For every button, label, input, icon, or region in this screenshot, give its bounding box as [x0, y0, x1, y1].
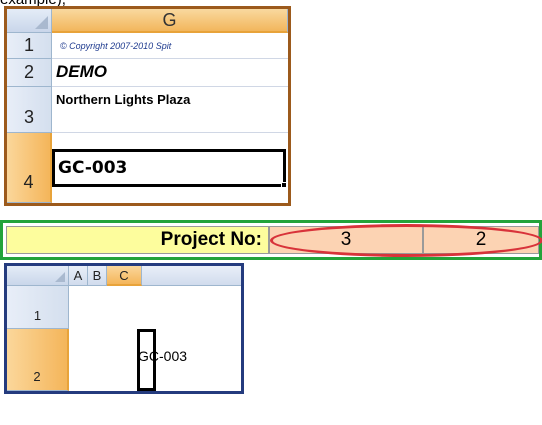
- select-all-corner[interactable]: [7, 9, 52, 33]
- fill-handle[interactable]: [281, 182, 287, 188]
- highlight-ellipse: [270, 224, 542, 257]
- spreadsheet-excerpt-abc: A B C 1 2 GC-003: [4, 263, 244, 394]
- row-header-2[interactable]: 2: [7, 59, 52, 87]
- row-header-4[interactable]: 4: [7, 133, 52, 203]
- row-header-1[interactable]: 1: [7, 33, 52, 59]
- project-number-bar: Project No: 3 2: [0, 220, 542, 260]
- company-name-text: DEMO: [56, 62, 107, 81]
- column-header-strip: [142, 266, 241, 286]
- spreadsheet-excerpt-column-g: G 1 © Copyright 2007-2010 Spit 2 DEMO 3 …: [4, 6, 291, 206]
- row-header-2-small[interactable]: 2: [7, 329, 69, 391]
- copyright-text: © Copyright 2007-2010 Spit: [60, 41, 172, 51]
- cell-g1[interactable]: © Copyright 2007-2010 Spit: [52, 33, 288, 59]
- select-all-triangle-icon-small: [55, 272, 65, 282]
- select-all-triangle-icon: [35, 16, 48, 29]
- cell-c2-text: GC-003: [138, 348, 188, 364]
- job-code-text: GC-003: [58, 158, 128, 178]
- column-header-g[interactable]: G: [52, 9, 288, 33]
- project-no-label: Project No:: [6, 226, 269, 254]
- cell-g3[interactable]: Northern Lights Plaza: [52, 87, 288, 133]
- row-header-3[interactable]: 3: [7, 87, 52, 133]
- select-all-corner-small[interactable]: [7, 266, 69, 286]
- row-header-1-small[interactable]: 1: [7, 286, 69, 329]
- cell-g2[interactable]: DEMO: [52, 59, 288, 87]
- column-header-b[interactable]: B: [88, 266, 107, 286]
- project-name-text: Northern Lights Plaza: [56, 92, 191, 107]
- column-header-c[interactable]: C: [107, 266, 142, 286]
- column-header-a[interactable]: A: [69, 266, 88, 286]
- cell-g4-active[interactable]: GC-003: [52, 149, 286, 187]
